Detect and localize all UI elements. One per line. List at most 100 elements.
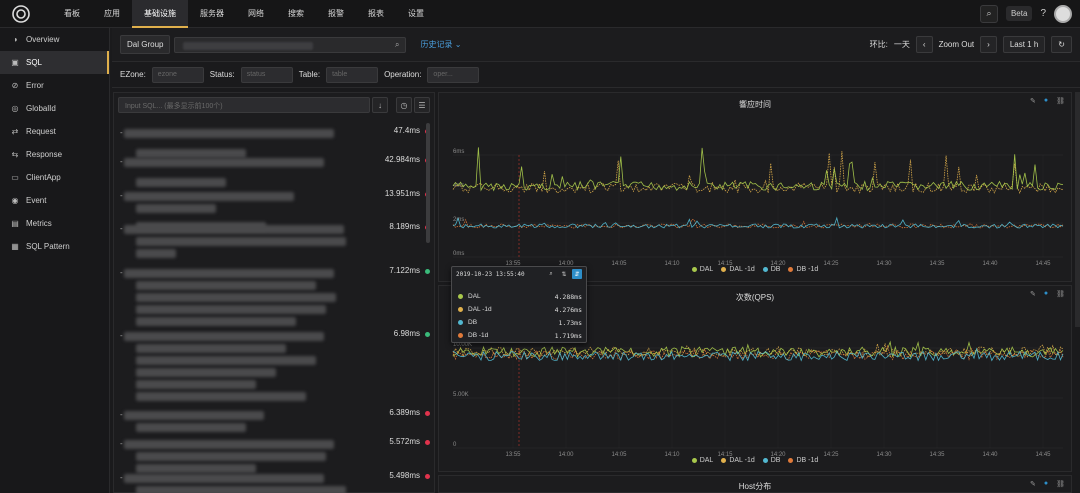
redacted-sql-text [136,423,246,432]
edit-icon[interactable]: ✎ [1030,480,1036,488]
sidebar-item-sql-pattern[interactable]: ▦ SQL Pattern [0,235,109,258]
list-item[interactable]: - 42.984ms [120,154,430,187]
list-item[interactable]: - 47.4ms [120,125,430,158]
search-icon[interactable]: ⌕ [979,4,998,23]
panel-scrollbar[interactable] [1075,92,1080,327]
sidebar-item-label: Event [26,196,47,205]
legend-item[interactable]: DAL -1d [721,457,755,464]
scrollbar[interactable] [426,123,430,243]
sidebar-item-label: Overview [26,35,60,44]
sidebar-item-response[interactable]: ⇆ Response [0,143,109,166]
nav-item-6[interactable]: 报警 [316,0,356,28]
history-link[interactable]: 历史记录 ⌄ [420,39,461,50]
avatar[interactable] [1054,4,1072,23]
nav-item-2[interactable]: 基础设施 [132,0,188,28]
nav-item-7[interactable]: 报表 [356,0,396,28]
redacted-sql-text [124,129,334,138]
status-dot [425,269,430,274]
legend-item[interactable]: DAL [691,266,713,273]
status-dot [425,411,430,416]
sidebar-item-sql[interactable]: ▣ SQL [0,51,109,74]
redacted-sql-text [136,317,296,326]
zoom-out-button[interactable]: Zoom Out [939,40,975,49]
info-icon[interactable]: ● [1044,480,1048,488]
compare-value[interactable]: 一天 [894,39,910,50]
host-chart-title: Host分布 [738,482,772,491]
search-icon[interactable]: ⌕ [546,269,556,279]
list-item[interactable]: - 13.951ms [120,188,430,231]
nav-item-0[interactable]: 看板 [52,0,92,28]
sidebar-item-globalid[interactable]: ◎ GlobalId [0,97,109,120]
redacted-sql-text [124,225,344,234]
legend-item[interactable]: DAL [691,457,713,464]
legend-item[interactable]: DAL -1d [721,266,755,273]
operation-input[interactable]: oper... [427,66,480,83]
list-item[interactable]: - 8.189ms [120,221,430,258]
refresh-icon[interactable]: ↻ [1051,36,1072,53]
redacted-sql-text [124,192,294,201]
redacted-sql-text [136,237,346,246]
beta-badge[interactable]: Beta [1005,6,1033,21]
redacted-sql-text [136,356,316,365]
prev-range-button[interactable]: ‹ [915,36,933,53]
ezone-input[interactable]: ezone [151,66,204,83]
bullet: - [120,268,123,277]
latency-chart[interactable]: 6ms4ms2ms0ms13:55 14:00 14:05 14:10 14:15 14:… [439,93,1073,283]
clock-icon[interactable]: ◷ [396,97,412,113]
legend-item[interactable]: DB [762,266,780,273]
link-icon[interactable]: ⛓ [1056,480,1065,488]
sql-search-input[interactable]: Input SQL... (最多显示前100个) [118,97,370,113]
legend-item[interactable]: DB [762,457,780,464]
next-range-button[interactable]: › [980,36,997,53]
nav-item-5[interactable]: 搜索 [276,0,316,28]
list-item[interactable]: - 5.498ms [120,470,430,493]
legend-item[interactable]: DB -1d [788,266,818,273]
error-icon: ⊘ [11,81,19,90]
list-item[interactable]: - 6.98ms [120,328,430,401]
sidebar-item-event[interactable]: ◉ Event [0,189,109,212]
redacted-sql-text [124,411,264,420]
sort-icon[interactable]: ⇅ [559,269,569,279]
list-icon[interactable]: ☰ [414,97,430,113]
redacted-sql-text [136,204,216,213]
sidebar-item-overview[interactable]: ◑ Overview [0,28,109,51]
list-item[interactable]: - 5.572ms [120,436,430,473]
nav-item-1[interactable]: 应用 [92,0,132,28]
ezone-label: EZone: [120,70,146,79]
redacted-sql-text [124,158,324,167]
sidebar-item-clientapp[interactable]: ▭ ClientApp [0,166,109,189]
event-icon: ◉ [11,196,19,205]
nav-item-4[interactable]: 网络 [236,0,276,28]
legend-item[interactable]: DB -1d [788,457,818,464]
nav-item-3[interactable]: 服务器 [188,0,236,28]
app-logo[interactable] [8,1,34,27]
nav-item-8[interactable]: 设置 [396,0,436,28]
list-item[interactable]: - 7.122ms [120,265,430,326]
y-tick-label: 5.00K [453,392,469,398]
sort-az-icon[interactable]: ⇵ [572,269,582,279]
sidebar-item-label: SQL Pattern [26,242,70,251]
status-input[interactable]: status [240,66,293,83]
sidebar-item-error[interactable]: ⊘ Error [0,74,109,97]
dal-group-select[interactable]: Dal Group [120,35,171,54]
sort-down-icon[interactable]: ↓ [372,97,388,113]
redacted-sql-text [124,474,324,483]
group-search-input[interactable]: ⌕ [174,36,407,53]
y-tick-label: 0 [453,442,457,448]
globe-icon: ◎ [11,104,19,113]
main-nav: 看板 应用 基础设施 服务器 网络 搜索 报警 报表 设置 [52,0,436,28]
sql-time: 13.951ms [384,189,420,198]
search-icon[interactable]: ⌕ [395,40,399,50]
sidebar-item-request[interactable]: ⇄ Request [0,120,109,143]
redacted-sql-text [124,332,324,341]
table-input[interactable]: table [326,66,379,83]
sidebar-item-label: GlobalId [26,104,56,113]
time-range-select[interactable]: Last 1 h [1002,36,1046,53]
redacted-sql-text [136,344,286,353]
overview-icon: ◑ [12,35,18,44]
sql-time: 6.98ms [393,329,420,338]
help-icon[interactable]: ? [1040,8,1046,19]
sql-time: 42.984ms [384,155,420,164]
list-item[interactable]: - 6.389ms [120,407,430,437]
sidebar-item-metrics[interactable]: ▤ Metrics [0,212,109,235]
